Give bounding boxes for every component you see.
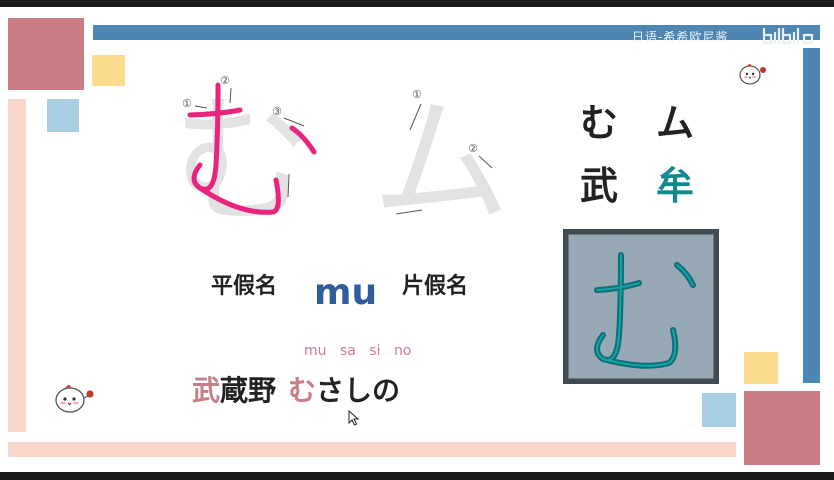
deco-square-rose: [8, 18, 84, 90]
large-katakana-glyph: ム: [372, 82, 510, 230]
example-kana-highlight: む: [288, 374, 317, 407]
chick-mascot-icon: [52, 380, 98, 420]
deco-square-rose: [744, 391, 820, 465]
svg-text:①: ①: [182, 97, 192, 110]
example-kanji-rest: 蔵野: [220, 374, 277, 407]
reading-syllable: sa: [339, 343, 356, 359]
calligraphy-sample: [563, 229, 719, 384]
hiragana-origin-kanji: 武: [580, 164, 619, 208]
deco-stripe-left: [8, 99, 26, 432]
katakana-label: 片假名: [402, 274, 469, 299]
deco-stripe-bottom: [8, 442, 736, 457]
deco-stripe-right: [803, 48, 820, 383]
svg-text:②: ②: [468, 142, 478, 155]
example-kanji-highlight: 武: [192, 374, 221, 407]
katakana-origin-kanji: 牟: [656, 164, 695, 208]
chick-mascot-icon: [738, 62, 768, 90]
example-kana-rest: さしの: [316, 374, 401, 407]
reading-syllable: si: [369, 343, 381, 359]
letterbox-bottom: [0, 472, 834, 480]
calligraphy-paper: [568, 234, 714, 379]
right-katakana: ム: [656, 101, 695, 145]
deco-square-yellow: [92, 55, 125, 86]
right-hiragana: む: [580, 101, 619, 145]
mouse-cursor-icon: [348, 409, 360, 430]
hiragana-label: 平假名: [211, 274, 278, 299]
deco-square-blue: [702, 393, 736, 427]
reading-syllable: no: [393, 343, 412, 359]
svg-text:①: ①: [412, 88, 422, 101]
channel-watermark: 日语-希希欧尼酱: [632, 30, 729, 44]
deco-square-yellow: [744, 352, 778, 384]
katakana-stroke-order: ム ① ②: [372, 80, 522, 243]
letterbox-top: [0, 0, 834, 7]
hiragana-stroke-order: む ① ② ③: [170, 70, 330, 244]
svg-text:②: ②: [220, 74, 230, 87]
svg-text:③: ③: [272, 105, 282, 118]
deco-square-blue: [47, 99, 79, 132]
example-word: 武蔵野 むさしの: [192, 369, 400, 409]
romaji-label: mu: [314, 272, 378, 313]
example-reading: mu sa si no: [304, 343, 420, 359]
bilibili-logo-icon: [760, 25, 818, 51]
reading-syllable: mu: [304, 343, 327, 359]
